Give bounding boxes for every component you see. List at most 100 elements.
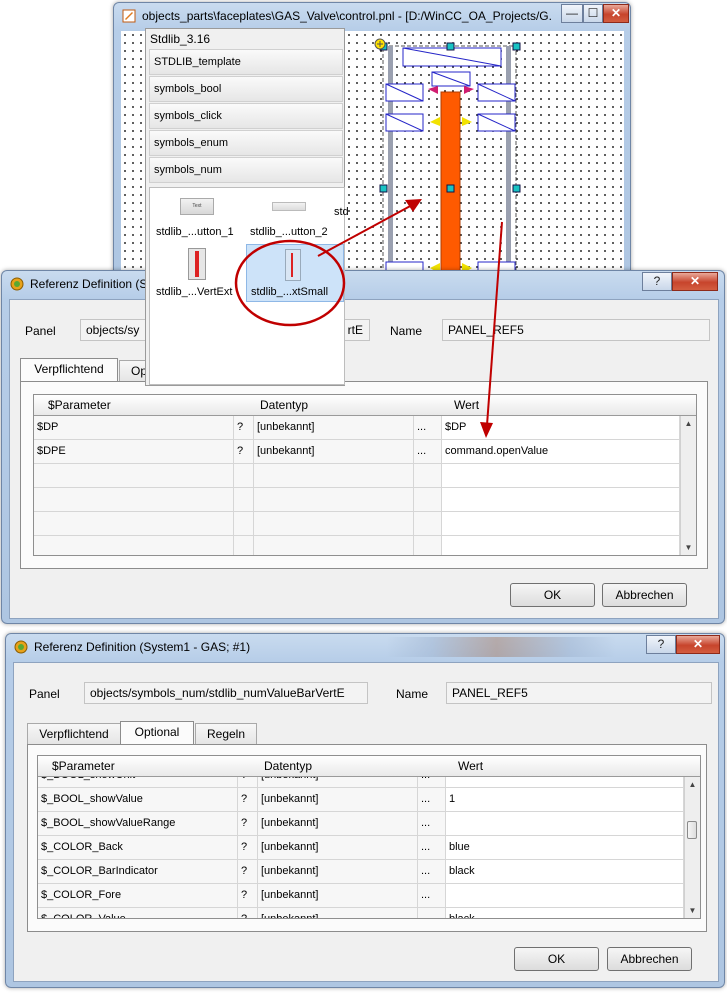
- cell-wert[interactable]: [446, 884, 684, 908]
- thumb-button-2[interactable]: [272, 202, 306, 211]
- table-scrollbar[interactable]: ▲ ▼: [680, 416, 696, 555]
- thumb-caption-2[interactable]: stdlib_...utton_2: [250, 226, 328, 238]
- tab-verpflichtend[interactable]: Verpflichtend: [27, 723, 121, 745]
- cell-browse[interactable]: ...: [414, 416, 442, 440]
- cell-browse[interactable]: ...: [418, 860, 446, 884]
- cell-required: ?: [234, 440, 254, 464]
- minimize-button[interactable]: —: [561, 4, 583, 23]
- cell-browse[interactable]: ...: [418, 777, 446, 788]
- thumb-bar-vert-ext[interactable]: [188, 248, 206, 280]
- ok-button[interactable]: OK: [510, 583, 595, 607]
- cell-wert[interactable]: [442, 464, 680, 488]
- name-field[interactable]: PANEL_REF5: [442, 319, 710, 341]
- cell-required: [234, 536, 254, 555]
- scroll-down-arrow-icon[interactable]: ▼: [685, 903, 700, 918]
- col-header-wert[interactable]: Wert: [454, 398, 479, 412]
- col-header-datentyp[interactable]: Datentyp: [264, 759, 312, 773]
- cell-wert[interactable]: command.openValue: [442, 440, 680, 464]
- table-row[interactable]: $DPE? [unbekannt]... command.openValue: [34, 440, 680, 464]
- table-row[interactable]: $DP? [unbekannt]... $DP: [34, 416, 680, 440]
- table-row[interactable]: $_BOOL_showValue? [unbekannt]... 1: [38, 788, 684, 812]
- cell-wert[interactable]: black: [446, 908, 684, 918]
- table-row[interactable]: $_COLOR_Back? [unbekannt]... blue: [38, 836, 684, 860]
- table-row[interactable]: $_BOOL_showUnit?[unbekannt]...: [38, 777, 684, 788]
- tab-regeln[interactable]: Regeln: [195, 723, 257, 745]
- thumb-caption-1[interactable]: stdlib_...utton_1: [156, 226, 234, 238]
- scroll-up-arrow-icon[interactable]: ▲: [681, 416, 696, 431]
- cell-required: ?: [238, 788, 258, 812]
- editor-title: objects_parts\faceplates\GAS_Valve\contr…: [142, 9, 552, 23]
- thumb-caption-3[interactable]: std: [334, 206, 349, 218]
- cell-wert[interactable]: [442, 512, 680, 536]
- dialog1-titlebar[interactable]: Referenz Definition (S ? ✕: [2, 271, 724, 299]
- cell-browse[interactable]: ...: [418, 788, 446, 812]
- thumb-selected-highlight[interactable]: stdlib_...xtSmall: [246, 244, 344, 302]
- cancel-button[interactable]: Abbrechen: [602, 583, 687, 607]
- cell-datentyp: [unbekannt]: [258, 884, 418, 908]
- table-scrollbar[interactable]: ▲ ▼: [684, 777, 700, 918]
- thumb-button-1[interactable]: Text: [180, 198, 214, 215]
- cell-browse[interactable]: ...: [414, 440, 442, 464]
- close-button[interactable]: ✕: [603, 4, 629, 23]
- library-category[interactable]: symbols_num: [149, 157, 343, 183]
- cell-browse[interactable]: [414, 464, 442, 488]
- editor-titlebar[interactable]: objects_parts\faceplates\GAS_Valve\contr…: [114, 3, 630, 31]
- name-field[interactable]: PANEL_REF5: [446, 682, 712, 704]
- help-button[interactable]: ?: [646, 635, 676, 654]
- table-row[interactable]: $_COLOR_Fore? [unbekannt]...: [38, 884, 684, 908]
- table-row[interactable]: [34, 488, 680, 512]
- table-row[interactable]: $_BOOL_showValueRange? [unbekannt]...: [38, 812, 684, 836]
- cell-browse[interactable]: ...: [418, 812, 446, 836]
- table-row[interactable]: [34, 464, 680, 488]
- dialog1-close-button[interactable]: ✕: [672, 272, 718, 291]
- cell-browse[interactable]: [414, 488, 442, 512]
- col-header-parameter[interactable]: $Parameter: [48, 398, 111, 412]
- maximize-button[interactable]: ☐: [583, 4, 603, 23]
- cell-wert[interactable]: [442, 488, 680, 512]
- name-label: Name: [390, 324, 423, 338]
- help-button[interactable]: ?: [642, 272, 672, 291]
- cell-browse[interactable]: [414, 512, 442, 536]
- thumb-caption-4[interactable]: stdlib_...VertExt: [156, 286, 232, 298]
- title-glow: [386, 637, 616, 657]
- library-category[interactable]: symbols_enum: [149, 130, 343, 156]
- ok-button[interactable]: OK: [514, 947, 599, 971]
- scroll-up-arrow-icon[interactable]: ▲: [685, 777, 700, 792]
- cell-browse[interactable]: ...: [418, 884, 446, 908]
- cell-parameter: $DP: [34, 416, 234, 440]
- cancel-button[interactable]: Abbrechen: [607, 947, 692, 971]
- cell-browse[interactable]: ...: [418, 836, 446, 860]
- cell-browse[interactable]: [414, 536, 442, 555]
- cell-datentyp: [254, 512, 414, 536]
- dialog2-titlebar[interactable]: Referenz Definition (System1 - GAS; #1) …: [6, 634, 724, 662]
- scroll-down-arrow-icon[interactable]: ▼: [681, 540, 696, 555]
- table-body-viewport: $_BOOL_showUnit?[unbekannt]...$_BOOL_sho…: [38, 777, 684, 918]
- library-category[interactable]: STDLIB_template: [149, 49, 343, 75]
- table-row[interactable]: [34, 536, 680, 555]
- library-category[interactable]: symbols_click: [149, 103, 343, 129]
- table-row[interactable]: $_COLOR_Value?[unbekannt]...black: [38, 908, 684, 918]
- tab-verpflichtend[interactable]: Verpflichtend: [20, 358, 118, 382]
- cell-wert[interactable]: blue: [446, 836, 684, 860]
- cell-wert[interactable]: [446, 777, 684, 788]
- col-header-datentyp[interactable]: Datentyp: [260, 398, 308, 412]
- cell-wert[interactable]: [446, 812, 684, 836]
- cell-required: ?: [238, 860, 258, 884]
- cell-parameter: $_COLOR_Value: [38, 908, 238, 918]
- scroll-thumb[interactable]: [687, 821, 697, 839]
- table-row[interactable]: $_COLOR_BarIndicator? [unbekannt]... black: [38, 860, 684, 884]
- tab-optional[interactable]: Optional: [120, 721, 194, 745]
- faceplate-drawing[interactable]: [370, 34, 530, 294]
- panel-field[interactable]: objects/symbols_num/stdlib_numValueBarVe…: [84, 682, 368, 704]
- cell-wert[interactable]: $DP: [442, 416, 680, 440]
- table-row[interactable]: [34, 512, 680, 536]
- col-header-wert[interactable]: Wert: [458, 759, 483, 773]
- col-header-parameter[interactable]: $Parameter: [52, 759, 115, 773]
- cell-wert[interactable]: 1: [446, 788, 684, 812]
- dialog2-close-button[interactable]: ✕: [676, 635, 720, 654]
- cell-wert[interactable]: black: [446, 860, 684, 884]
- cell-wert[interactable]: [442, 536, 680, 555]
- cell-browse[interactable]: ...: [418, 908, 446, 918]
- library-category[interactable]: symbols_bool: [149, 76, 343, 102]
- dialog1-title: Referenz Definition (S: [30, 277, 148, 291]
